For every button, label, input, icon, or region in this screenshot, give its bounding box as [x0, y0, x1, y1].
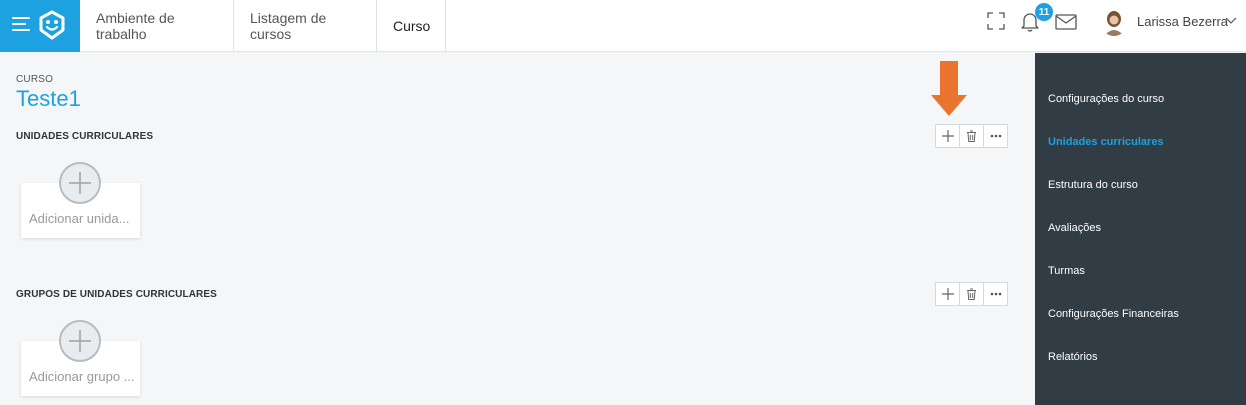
more-icon: [990, 134, 1001, 138]
add-unit-label: Adicionar unida...: [29, 211, 130, 226]
more-button[interactable]: [983, 124, 1008, 148]
section-title-unidades: UNIDADES CURRICULARES: [16, 131, 154, 142]
menu-icon[interactable]: [12, 17, 30, 31]
add-unit-button[interactable]: [59, 162, 101, 204]
course-sidebar: Configurações do curso Unidades curricul…: [1035, 53, 1246, 405]
section-toolbar-grupos: [935, 282, 1008, 306]
add-group-label: Adicionar grupo ...: [29, 369, 135, 384]
notification-badge: 11: [1035, 3, 1053, 21]
user-name[interactable]: Larissa Bezerra: [1137, 14, 1228, 29]
sidebar-item-turmas[interactable]: Turmas: [1048, 265, 1085, 277]
trash-icon: [967, 130, 976, 142]
section-toolbar-unidades: [935, 124, 1008, 148]
more-button[interactable]: [983, 282, 1008, 306]
sidebar-item-configuracoes-financeiras[interactable]: Configurações Financeiras: [1048, 308, 1179, 320]
add-button[interactable]: [935, 124, 960, 148]
plus-icon: [941, 130, 954, 142]
breadcrumb-tabs: Ambiente de trabalho Listagem de cursos …: [80, 0, 446, 52]
sidebar-item-estrutura-do-curso[interactable]: Estrutura do curso: [1048, 179, 1138, 191]
add-button[interactable]: [935, 282, 960, 306]
plus-icon: [941, 288, 954, 300]
section-title-grupos: GRUPOS DE UNIDADES CURRICULARES: [16, 289, 217, 300]
tab-ambiente-de-trabalho[interactable]: Ambiente de trabalho: [80, 0, 234, 52]
logo-block: [0, 0, 80, 52]
sidebar-item-unidades-curriculares[interactable]: Unidades curriculares: [1048, 136, 1164, 148]
sidebar-item-configuracoes-do-curso[interactable]: Configurações do curso: [1048, 93, 1164, 105]
chevron-down-icon[interactable]: [1225, 17, 1237, 25]
page-kicker: CURSO: [16, 74, 54, 85]
top-bar: Ambiente de trabalho Listagem de cursos …: [0, 0, 1246, 52]
trash-icon: [967, 288, 976, 300]
plus-icon: [69, 330, 91, 352]
sidebar-item-relatorios[interactable]: Relatórios: [1048, 351, 1098, 363]
plus-icon: [69, 172, 91, 194]
mail-icon[interactable]: [1055, 14, 1077, 30]
tab-listagem-de-cursos[interactable]: Listagem de cursos: [234, 0, 377, 52]
logo-icon[interactable]: [38, 10, 66, 40]
page-title: Teste1: [16, 86, 81, 111]
add-group-button[interactable]: [59, 320, 101, 362]
more-icon: [990, 292, 1001, 296]
tab-curso[interactable]: Curso: [377, 0, 446, 52]
annotation-arrow: [931, 61, 967, 116]
sidebar-item-avaliacoes[interactable]: Avaliações: [1048, 222, 1101, 234]
delete-button[interactable]: [959, 124, 984, 148]
fullscreen-icon[interactable]: [987, 12, 1005, 30]
main-content: CURSO Teste1 UNIDADES CURRICULARES Adici…: [0, 53, 1035, 405]
avatar[interactable]: [1101, 10, 1127, 36]
delete-button[interactable]: [959, 282, 984, 306]
